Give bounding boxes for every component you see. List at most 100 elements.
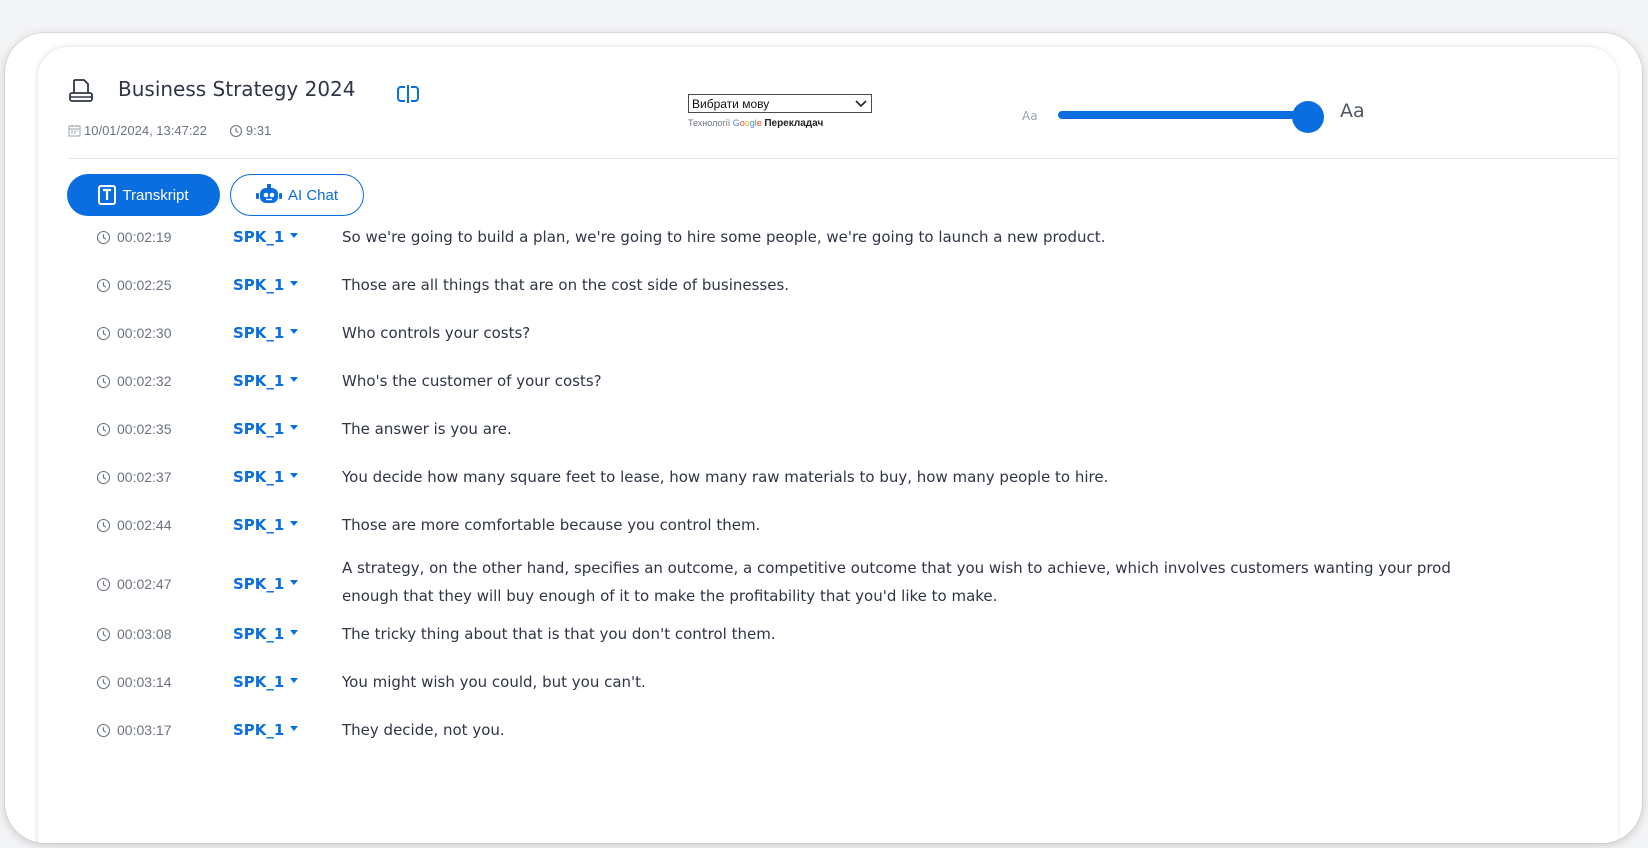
transcript-row[interactable]: 00:03:14 SPK_1 You might wish you could, b… — [38, 660, 1618, 708]
transcript-row[interactable]: 00:02:30 SPK_1 Who controls your costs? — [38, 311, 1618, 359]
language-select-label: Вибрати мову — [692, 96, 770, 111]
speaker-label: SPK_1 — [233, 420, 285, 438]
segment-timestamp[interactable]: 00:02:19 — [96, 229, 172, 245]
speaker-dropdown[interactable]: SPK_1 — [233, 575, 299, 593]
caret-down-icon — [290, 580, 299, 585]
calendar-icon — [68, 125, 81, 137]
transcript-row[interactable]: 00:02:32 SPK_1 Who's the customer of your … — [38, 359, 1618, 407]
segment-text-line: You decide how many square feet to lease… — [342, 468, 1109, 486]
speaker-dropdown[interactable]: SPK_1 — [233, 673, 299, 691]
transcript-card: Business Strategy 2024 10/01/2024, 13:47… — [38, 47, 1618, 843]
segment-text[interactable]: Who's the customer of your costs? — [342, 372, 602, 390]
segment-text[interactable]: The answer is you are. — [342, 420, 512, 438]
speaker-label: SPK_1 — [233, 324, 285, 342]
font-size-slider[interactable] — [1058, 111, 1307, 119]
speaker-label: SPK_1 — [233, 468, 285, 486]
segment-timestamp[interactable]: 00:02:32 — [96, 373, 172, 389]
segment-text-line: enough that they will buy enough of it t… — [342, 587, 998, 605]
speaker-dropdown[interactable]: SPK_1 — [233, 625, 299, 643]
segment-timestamp[interactable]: 00:02:44 — [96, 517, 172, 533]
transcript-row[interactable]: 00:02:37 SPK_1 You decide how many square … — [38, 455, 1618, 503]
segment-time: 00:02:30 — [117, 325, 172, 341]
segment-time: 00:03:14 — [117, 674, 172, 690]
clock-icon — [96, 577, 111, 591]
segment-time: 00:02:37 — [117, 469, 172, 485]
transcript-list: 00:02:19 SPK_1 So we're going to build a p… — [38, 215, 1618, 756]
robot-icon — [255, 184, 282, 203]
clock-icon — [96, 422, 111, 436]
segment-timestamp[interactable]: 00:03:08 — [96, 626, 172, 642]
clock-icon — [96, 723, 111, 737]
speaker-label: SPK_1 — [233, 721, 285, 739]
speaker-dropdown[interactable]: SPK_1 — [233, 324, 299, 342]
segment-timestamp[interactable]: 00:02:30 — [96, 325, 172, 341]
segment-text[interactable]: Those are all things that are on the cos… — [342, 276, 789, 294]
caret-down-icon — [290, 678, 299, 683]
clock-icon — [96, 627, 111, 641]
tab-transkript[interactable]: Transkript — [67, 174, 220, 216]
segment-text-line: A strategy, on the other hand, specifies… — [342, 559, 1451, 577]
transcript-row[interactable]: 00:02:35 SPK_1 The answer is you are. — [38, 407, 1618, 455]
segment-text[interactable]: Those are more comfortable because you c… — [342, 516, 760, 534]
font-size-small-label: Aa — [1022, 109, 1038, 123]
recording-date: 10/01/2024, 13:47:22 — [84, 123, 207, 138]
tab-ai-chat[interactable]: AI Chat — [230, 174, 364, 216]
transcript-row[interactable]: 00:02:19 SPK_1 So we're going to build a p… — [38, 215, 1618, 263]
clock-icon — [229, 124, 242, 137]
clock-icon — [96, 230, 111, 244]
speaker-dropdown[interactable]: SPK_1 — [233, 228, 299, 246]
caret-down-icon — [290, 726, 299, 731]
segment-text-line: So we're going to build a plan, we're go… — [342, 228, 1106, 246]
segment-timestamp[interactable]: 00:02:35 — [96, 421, 172, 437]
speaker-label: SPK_1 — [233, 516, 285, 534]
segment-time: 00:02:35 — [117, 421, 172, 437]
speaker-label: SPK_1 — [233, 276, 285, 294]
segment-timestamp[interactable]: 00:03:14 — [96, 674, 172, 690]
clock-icon — [96, 518, 111, 532]
segment-text-line: They decide, not you. — [342, 721, 505, 739]
caret-down-icon — [290, 281, 299, 286]
segment-timestamp[interactable]: 00:02:37 — [96, 469, 172, 485]
segment-text[interactable]: You decide how many square feet to lease… — [342, 468, 1108, 486]
transcript-icon — [98, 185, 117, 205]
speaker-dropdown[interactable]: SPK_1 — [233, 721, 299, 739]
google-translate-credit[interactable]: Технології Google Перекладач — [688, 118, 823, 129]
segment-text[interactable]: So we're going to build a plan, we're go… — [342, 228, 1105, 246]
transcript-row[interactable]: 00:02:44 SPK_1 Those are more comfortable … — [38, 503, 1618, 551]
speaker-dropdown[interactable]: SPK_1 — [233, 420, 299, 438]
segment-text-line: Who's the customer of your costs? — [342, 372, 602, 390]
segment-text[interactable]: They decide, not you. — [342, 721, 505, 739]
tab-ai-chat-label: AI Chat — [287, 186, 339, 204]
segment-text-line: Those are all things that are on the cos… — [342, 276, 790, 294]
google-logo: Google — [732, 118, 762, 128]
transcript-row[interactable]: 00:03:17 SPK_1 They decide, not you. — [38, 708, 1618, 756]
segment-text[interactable]: A strategy, on the other hand, specifies… — [342, 554, 1618, 610]
segment-text-line: You might wish you could, but you can't. — [342, 673, 646, 691]
segment-time: 00:02:19 — [117, 229, 172, 245]
rename-icon[interactable] — [397, 85, 419, 103]
transcript-row[interactable]: 00:02:25 SPK_1 Those are all things that a… — [38, 263, 1618, 311]
transcript-row[interactable]: 00:02:47 SPK_1 A strategy, on the other ha… — [38, 551, 1618, 612]
language-select[interactable]: Вибрати мову — [688, 94, 872, 113]
speaker-dropdown[interactable]: SPK_1 — [233, 468, 299, 486]
segment-timestamp[interactable]: 00:02:25 — [96, 277, 172, 293]
segment-time: 00:02:44 — [117, 517, 172, 533]
app-frame: Business Strategy 2024 10/01/2024, 13:47… — [5, 33, 1642, 843]
segment-text[interactable]: The tricky thing about that is that you … — [342, 625, 776, 643]
segment-time: 00:03:08 — [117, 626, 172, 642]
segment-text-line: Those are more comfortable because you c… — [342, 516, 761, 534]
speaker-dropdown[interactable]: SPK_1 — [233, 516, 299, 534]
caret-down-icon — [290, 233, 299, 238]
segment-timestamp[interactable]: 00:03:17 — [96, 722, 172, 738]
speaker-dropdown[interactable]: SPK_1 — [233, 276, 299, 294]
font-size-slider-handle[interactable] — [1292, 101, 1324, 133]
header-divider — [68, 158, 1618, 159]
segment-timestamp[interactable]: 00:02:47 — [96, 576, 172, 592]
segment-text-line: The answer is you are. — [342, 420, 512, 438]
segment-text[interactable]: You might wish you could, but you can't. — [342, 673, 646, 691]
speaker-dropdown[interactable]: SPK_1 — [233, 372, 299, 390]
font-size-large-label: Aa — [1340, 100, 1365, 122]
caret-down-icon — [290, 521, 299, 526]
transcript-row[interactable]: 00:03:08 SPK_1 The tricky thing about that… — [38, 612, 1618, 660]
segment-text[interactable]: Who controls your costs? — [342, 324, 530, 342]
